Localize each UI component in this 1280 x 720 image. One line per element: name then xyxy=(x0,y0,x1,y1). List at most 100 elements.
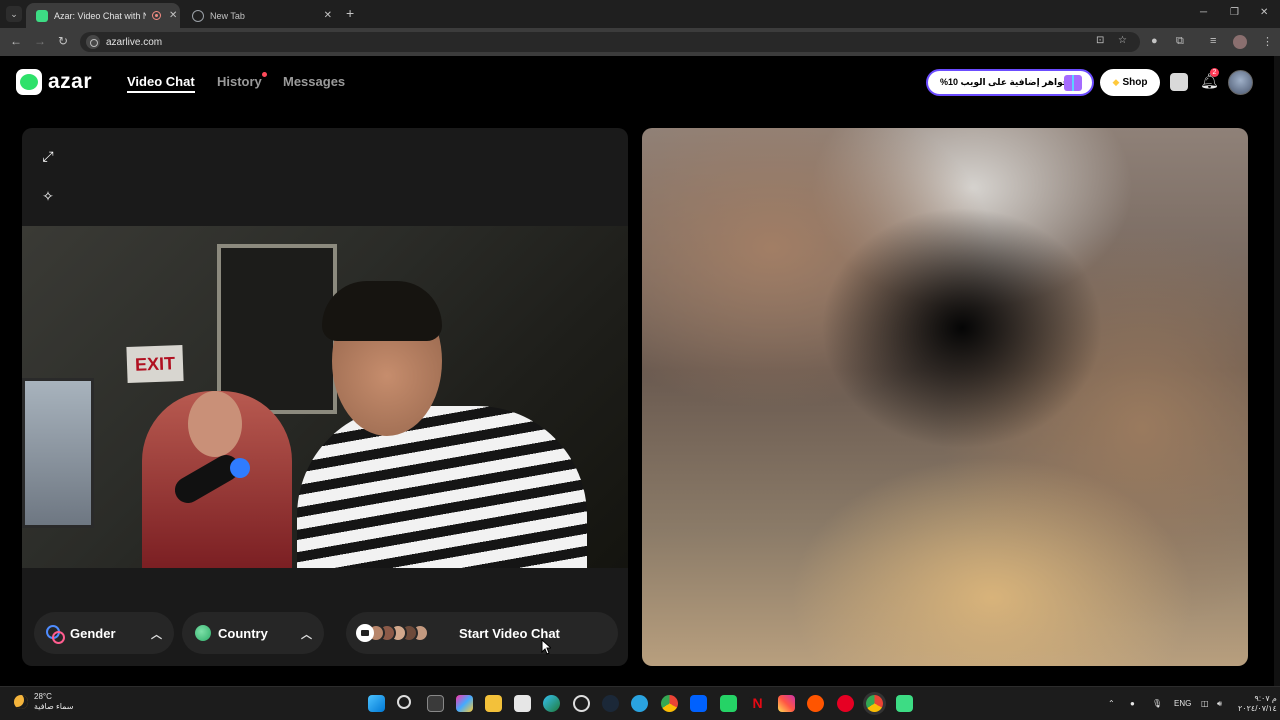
close-tab-icon[interactable]: ✕ xyxy=(324,10,332,21)
gem-icon: ◆ xyxy=(1112,77,1120,87)
whatsapp-icon[interactable] xyxy=(720,695,737,712)
gift-icon xyxy=(1064,75,1082,91)
telegram-icon[interactable] xyxy=(631,695,648,712)
nav-messages[interactable]: Messages xyxy=(283,74,345,89)
show-hidden-icons-icon[interactable]: ⌃ xyxy=(1108,699,1115,708)
store-icon[interactable] xyxy=(514,695,531,712)
tab-new-tab[interactable]: New Tab ✕ xyxy=(182,3,340,28)
netflix-icon[interactable]: N xyxy=(749,695,766,712)
chevron-up-icon: ︿ xyxy=(151,629,162,641)
copilot-icon[interactable] xyxy=(456,695,473,712)
notification-badge: 2 xyxy=(1210,68,1219,77)
gender-filter-button[interactable]: Gender ︿ xyxy=(34,612,174,654)
media-control-icon[interactable]: ≡ xyxy=(1210,35,1216,47)
tab-title: New Tab xyxy=(210,10,245,21)
inbox-icon[interactable] xyxy=(1170,73,1188,91)
language-indicator[interactable]: ENG xyxy=(1174,699,1191,708)
person-right-striped-shirt xyxy=(297,406,587,568)
page-scrollbar[interactable] xyxy=(1274,56,1280,686)
site-info-icon[interactable] xyxy=(86,35,100,49)
nav-history[interactable]: History xyxy=(217,74,262,89)
edge-icon[interactable] xyxy=(543,695,560,712)
moon-icon xyxy=(14,695,28,709)
magic-wand-icon[interactable]: ✧ xyxy=(36,184,60,208)
self-camera-feed: EXIT xyxy=(22,226,628,568)
address-bar[interactable]: azarlive.com ⊡ ☆ xyxy=(80,32,1140,52)
minimize-icon[interactable]: ─ xyxy=(1200,7,1207,18)
forward-icon[interactable]: → xyxy=(34,34,46,48)
profile-avatar[interactable] xyxy=(1233,35,1247,49)
chrome-active-icon[interactable] xyxy=(866,695,883,712)
clock-date: ٢٠٢٤/٠٧/١٤ xyxy=(1238,704,1277,713)
tab-search-button[interactable]: ⌄ xyxy=(6,6,22,22)
chat-controls: Gender ︿ Country ︿ Start Video Chat xyxy=(34,612,618,654)
system-clock[interactable]: م ٩:٠٧ ٢٠٢٤/٠٧/١٤ xyxy=(1238,694,1277,714)
bookmark-star-icon[interactable]: ☆ xyxy=(1118,35,1127,46)
gender-icon xyxy=(46,625,65,644)
search-icon[interactable] xyxy=(397,695,411,709)
task-view-icon[interactable] xyxy=(427,695,444,712)
browser-menu-icon[interactable]: ⋮ xyxy=(1262,35,1273,48)
globe-icon xyxy=(192,9,204,22)
browser-toolbar: ← → ↻ azarlive.com ⊡ ☆ ● ⧉ ≡ ⋮ xyxy=(0,28,1280,56)
wifi-icon[interactable]: ◫ xyxy=(1201,699,1209,708)
shop-button[interactable]: ◆ Shop xyxy=(1100,69,1160,96)
globe-icon xyxy=(195,625,211,641)
azar-logo[interactable]: azar xyxy=(16,69,92,95)
clock-time: م ٩:٠٧ xyxy=(1254,694,1277,703)
nav-video-chat[interactable]: Video Chat xyxy=(127,74,195,93)
mouse-cursor-icon xyxy=(541,639,551,655)
start-video-chat-button[interactable]: Start Video Chat xyxy=(346,612,618,654)
azar-favicon-icon xyxy=(36,9,48,22)
country-label: Country xyxy=(218,625,268,641)
new-tab-button[interactable]: + xyxy=(346,6,354,20)
country-filter-button[interactable]: Country ︿ xyxy=(182,612,324,654)
recording-icon xyxy=(152,11,161,20)
window-in-background xyxy=(217,244,337,414)
chrome-icon[interactable] xyxy=(661,695,678,712)
dropbox-icon[interactable] xyxy=(690,695,707,712)
weather-widget[interactable]: 28°C سماء صافية xyxy=(14,692,74,712)
extensions-puzzle-icon[interactable]: ⧉ xyxy=(1176,35,1184,48)
back-icon[interactable]: ← xyxy=(10,34,22,48)
windows-taskbar: 28°C سماء صافية N ⌃ ● 🎙︎ ENG ◫ 🔊︎ م ٩:٠٧… xyxy=(0,686,1280,720)
gems-promo-button[interactable]: اجواهر إضافية على الويب 10% xyxy=(926,69,1094,96)
steam-icon[interactable] xyxy=(602,695,619,712)
file-explorer-icon[interactable] xyxy=(485,695,502,712)
microphone-icon[interactable]: 🎙︎ xyxy=(1152,699,1162,708)
azar-logo-icon xyxy=(16,69,42,95)
maximize-icon[interactable]: ❐ xyxy=(1230,7,1239,18)
tab-title: Azar: Video Chat with New xyxy=(54,10,146,21)
user-faces-stack xyxy=(356,624,429,642)
person-left-head xyxy=(188,391,242,457)
pinterest-icon[interactable] xyxy=(837,695,854,712)
logo-text: azar xyxy=(48,70,93,93)
user-avatar[interactable] xyxy=(1228,70,1253,95)
android-app-icon[interactable] xyxy=(896,695,913,712)
close-tab-icon[interactable]: ✕ xyxy=(169,10,177,21)
soundcloud-icon[interactable] xyxy=(807,695,824,712)
tab-azar[interactable]: Azar: Video Chat with New ✕ xyxy=(26,3,180,28)
instagram-icon[interactable] xyxy=(778,695,795,712)
volume-icon[interactable]: 🔊︎ xyxy=(1217,699,1222,709)
chevron-up-icon: ︿ xyxy=(301,629,312,641)
monitor-in-background xyxy=(22,378,94,528)
gender-label: Gender xyxy=(70,625,116,641)
start-menu-icon[interactable] xyxy=(368,695,385,712)
weather-description: سماء صافية xyxy=(34,702,74,711)
temperature: 28°C xyxy=(34,692,52,701)
expand-icon[interactable]: ⤢ xyxy=(36,144,60,168)
camera-icon xyxy=(356,624,374,642)
chatgpt-icon[interactable] xyxy=(573,695,590,712)
url-text: azarlive.com xyxy=(106,36,163,48)
reload-icon[interactable]: ↻ xyxy=(58,34,68,48)
history-notification-dot xyxy=(262,72,267,77)
microphone-light xyxy=(230,458,250,478)
close-window-icon[interactable]: ✕ xyxy=(1260,7,1268,18)
person-right-hair xyxy=(322,281,442,341)
exit-sign: EXIT xyxy=(126,345,184,383)
shop-label: Shop xyxy=(1122,77,1148,88)
extension-icon[interactable]: ● xyxy=(1151,35,1158,47)
install-app-icon[interactable]: ⊡ xyxy=(1096,35,1104,46)
network-app-icon[interactable]: ● xyxy=(1130,699,1135,708)
